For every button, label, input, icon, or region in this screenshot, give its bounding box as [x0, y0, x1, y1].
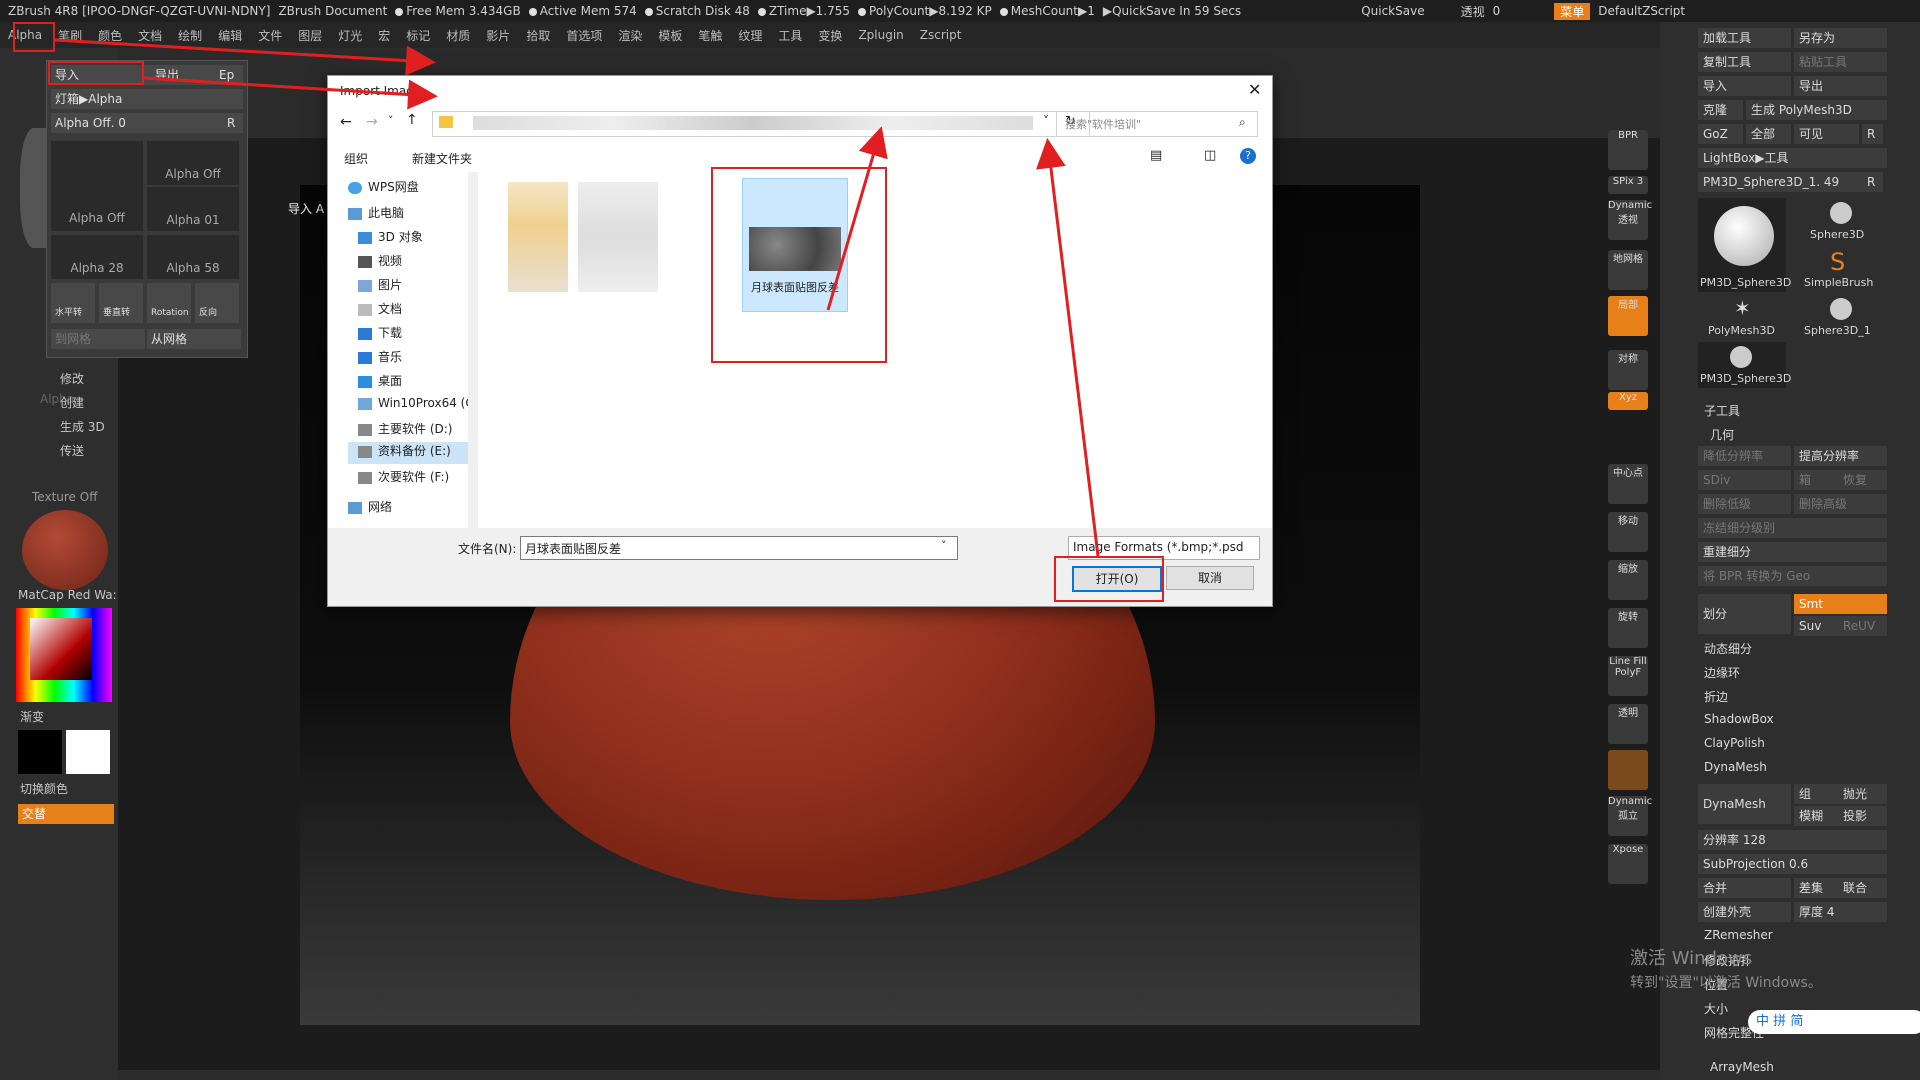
- arrow-open-to-search: [1036, 138, 1100, 557]
- arrow-alpha-to-dialog: [54, 38, 436, 76]
- annotation-arrows: [54, 38, 1100, 557]
- arrow-import-to-dialog: [143, 76, 438, 110]
- arrow-file-to-path: [826, 126, 888, 311]
